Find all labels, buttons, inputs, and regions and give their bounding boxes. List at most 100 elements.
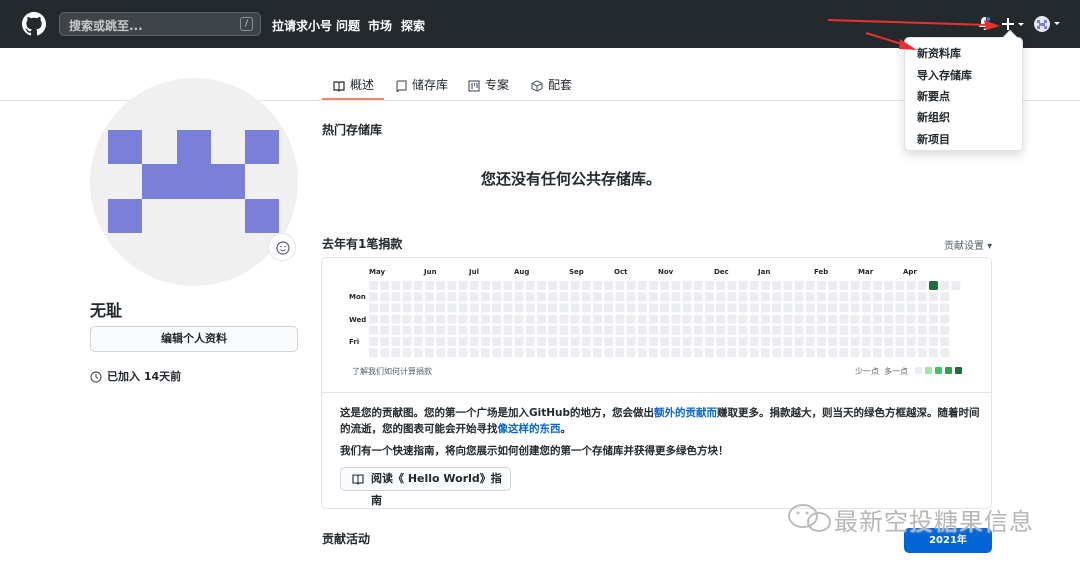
- contribution-day[interactable]: [716, 281, 726, 290]
- contribution-day[interactable]: [884, 281, 894, 290]
- contribution-day[interactable]: [525, 337, 535, 346]
- contribution-day[interactable]: [895, 337, 905, 346]
- contribution-day[interactable]: [604, 325, 614, 335]
- contribution-day[interactable]: [615, 303, 625, 313]
- contribution-day[interactable]: [682, 281, 692, 290]
- contribution-day[interactable]: [940, 325, 950, 335]
- contribution-day[interactable]: [481, 348, 490, 358]
- contribution-day[interactable]: [514, 337, 524, 346]
- contribution-day[interactable]: [772, 348, 782, 358]
- contribution-day[interactable]: [637, 303, 647, 313]
- contribution-day[interactable]: [581, 348, 591, 358]
- contribution-day[interactable]: [738, 325, 748, 335]
- contribution-settings-dropdown[interactable]: 贡献设置 ▾: [944, 237, 992, 252]
- contribution-day[interactable]: [693, 292, 703, 302]
- hello-world-guide-button[interactable]: 阅读《 Hello World》指南: [340, 467, 511, 507]
- contribution-day[interactable]: [581, 281, 591, 290]
- contribution-day[interactable]: [906, 292, 916, 302]
- contribution-day[interactable]: [481, 281, 490, 290]
- contribution-day[interactable]: [660, 281, 670, 290]
- contribution-day[interactable]: [682, 325, 692, 335]
- contribution-day[interactable]: [817, 348, 826, 358]
- contribution-day[interactable]: [794, 337, 804, 346]
- contribution-day[interactable]: [436, 303, 446, 313]
- contribution-day[interactable]: [436, 325, 446, 335]
- contribution-day[interactable]: [402, 337, 412, 346]
- contribution-day[interactable]: [637, 292, 647, 302]
- contribution-day[interactable]: [906, 325, 916, 335]
- contribution-day[interactable]: [537, 348, 546, 358]
- contribution-day[interactable]: [369, 314, 378, 324]
- contribution-day[interactable]: [850, 303, 860, 313]
- contribution-day[interactable]: [861, 303, 871, 313]
- contribution-day[interactable]: [873, 281, 882, 290]
- contribution-day[interactable]: [817, 281, 826, 290]
- contribution-day[interactable]: [693, 303, 703, 313]
- contribution-day[interactable]: [649, 281, 658, 290]
- contribution-day[interactable]: [525, 292, 535, 302]
- contribution-day[interactable]: [839, 337, 849, 346]
- contribution-day[interactable]: [615, 292, 625, 302]
- contribution-day[interactable]: [861, 292, 871, 302]
- contribution-day[interactable]: [738, 337, 748, 346]
- contribution-day[interactable]: [783, 314, 793, 324]
- contribution-day[interactable]: [660, 348, 670, 358]
- contribution-day[interactable]: [548, 292, 558, 302]
- contribution-day[interactable]: [469, 325, 479, 335]
- extra-contributions-link[interactable]: 额外的贡献而: [654, 407, 717, 419]
- contribution-day[interactable]: [794, 325, 804, 335]
- contribution-day[interactable]: [940, 348, 950, 358]
- contribution-day[interactable]: [581, 303, 591, 313]
- contribution-day[interactable]: [447, 303, 457, 313]
- contribution-day[interactable]: [794, 281, 804, 290]
- contribution-day[interactable]: [682, 348, 692, 358]
- contribution-day[interactable]: [884, 292, 894, 302]
- set-status-button[interactable]: [268, 233, 296, 261]
- contribution-day[interactable]: [783, 303, 793, 313]
- menu-new-organization[interactable]: 新组织: [917, 109, 950, 125]
- contribution-day[interactable]: [738, 348, 748, 358]
- contribution-day[interactable]: [929, 325, 938, 335]
- contribution-day[interactable]: [425, 337, 434, 346]
- contribution-day[interactable]: [749, 325, 759, 335]
- contribution-day[interactable]: [525, 314, 535, 324]
- menu-import-repository[interactable]: 导入存储库: [917, 67, 972, 83]
- tab-projects[interactable]: 专案: [468, 76, 509, 100]
- contribution-day[interactable]: [940, 281, 950, 290]
- contribution-day[interactable]: [425, 314, 434, 324]
- bell-icon[interactable]: [978, 16, 992, 32]
- contribution-day[interactable]: [369, 325, 378, 335]
- contribution-day[interactable]: [772, 325, 782, 335]
- contribution-day[interactable]: [492, 303, 502, 313]
- contribution-day[interactable]: [805, 314, 815, 324]
- contribution-day[interactable]: [671, 303, 681, 313]
- contribution-day[interactable]: [514, 292, 524, 302]
- contribution-day[interactable]: [671, 337, 681, 346]
- contribution-day[interactable]: [727, 281, 737, 290]
- contribution-day[interactable]: [369, 292, 378, 302]
- contribution-day[interactable]: [660, 303, 670, 313]
- contribution-day[interactable]: [469, 348, 479, 358]
- contribution-day[interactable]: [682, 292, 692, 302]
- contribution-day[interactable]: [503, 292, 513, 302]
- contribution-day[interactable]: [637, 337, 647, 346]
- contribution-day[interactable]: [514, 348, 524, 358]
- contribution-day[interactable]: [537, 325, 546, 335]
- contribution-day[interactable]: [783, 325, 793, 335]
- contribution-day[interactable]: [380, 348, 390, 358]
- contribution-day[interactable]: [805, 337, 815, 346]
- contribution-day[interactable]: [492, 281, 502, 290]
- contribution-day[interactable]: [615, 281, 625, 290]
- contribution-day[interactable]: [593, 314, 602, 324]
- contribution-day[interactable]: [380, 337, 390, 346]
- contribution-day[interactable]: [469, 314, 479, 324]
- contribution-day[interactable]: [839, 314, 849, 324]
- contribution-day[interactable]: [929, 303, 938, 313]
- contribution-day[interactable]: [559, 292, 569, 302]
- contribution-day[interactable]: [604, 292, 614, 302]
- contribution-day[interactable]: [604, 314, 614, 324]
- contribution-day[interactable]: [436, 281, 446, 290]
- contribution-day[interactable]: [772, 292, 782, 302]
- contribution-day[interactable]: [716, 303, 726, 313]
- contribution-day[interactable]: [537, 292, 546, 302]
